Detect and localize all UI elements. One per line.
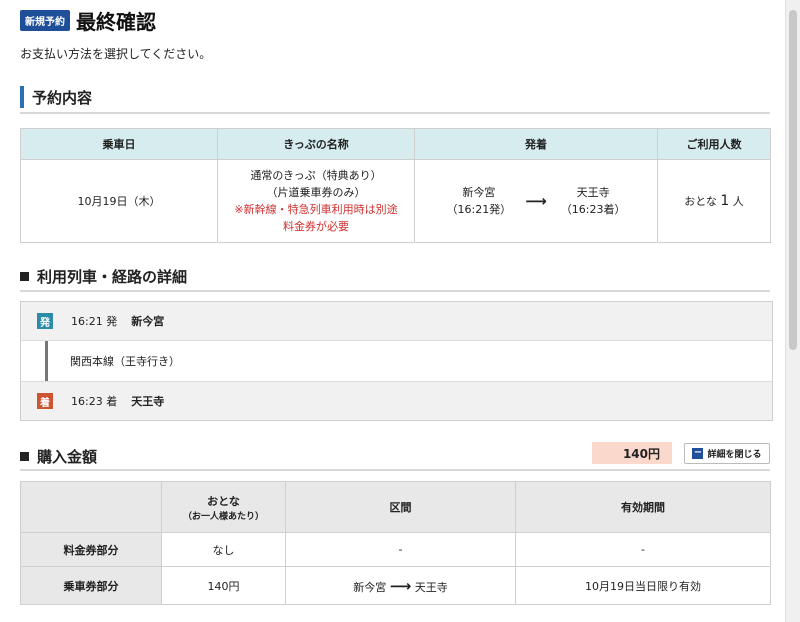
- purchase-table: おとな （お一人様あたり） 区間 有効期間 料金券部分 なし - - 乗車券部分…: [20, 481, 771, 605]
- row-validity: 10月19日当日限り有効: [515, 566, 771, 605]
- ticket-type: （片道乗車券のみ）: [266, 186, 366, 199]
- scrollbar-thumb[interactable]: [789, 10, 797, 350]
- row-price: 140円: [161, 566, 286, 605]
- header-adult: おとな （お一人様あたり）: [161, 481, 286, 533]
- ticket-note-cont: 料金券が必要: [283, 220, 349, 233]
- page-header: 新規予約 最終確認: [20, 6, 156, 35]
- divider: [20, 469, 770, 471]
- row-label: 乗車券部分: [20, 566, 162, 605]
- arrival-tag: 着: [37, 393, 53, 409]
- arrow-right-icon: ⟶: [389, 576, 412, 595]
- reservation-title-text: 予約内容: [32, 88, 93, 107]
- close-details-button[interactable]: − 詳細を閉じる: [684, 443, 770, 464]
- header-route: 発着: [414, 128, 658, 160]
- ticket-note: ※新幹線・特急列車利用時は別途: [234, 203, 398, 216]
- people-cell: おとな 1 人: [657, 159, 771, 243]
- header-section: 区間: [285, 481, 516, 533]
- from-station: 新今宮: [462, 186, 496, 199]
- boarding-date: 10月19日（木）: [20, 159, 218, 243]
- route-section-title: 利用列車・経路の詳細: [20, 266, 187, 287]
- arrow-right-icon: ⟶: [525, 191, 547, 210]
- ticket-name-cell: 通常のきっぷ（特典あり） （片道乗車券のみ） ※新幹線・特急列車利用時は別途 料…: [217, 159, 415, 243]
- square-icon: [20, 272, 29, 281]
- purchase-section-title: 購入金額: [20, 446, 97, 467]
- total-price: 140円: [592, 442, 672, 464]
- minus-icon: −: [692, 447, 704, 459]
- from-time: （16:21発）: [446, 203, 512, 216]
- departure-station: 新今宮: [131, 315, 165, 328]
- route-title-text: 利用列車・経路の詳細: [37, 268, 188, 286]
- departure-row: 発 16:21 発 新今宮: [21, 302, 772, 340]
- divider: [20, 290, 770, 292]
- to-time: （16:23着）: [560, 203, 626, 216]
- header-adult-label: おとな: [207, 494, 240, 508]
- purchase-title-text: 購入金額: [37, 448, 98, 466]
- header-people: ご利用人数: [657, 128, 771, 160]
- instruction-text: お支払い方法を選択してください。: [20, 47, 212, 61]
- line-row: 関西本線（王寺行き）: [21, 340, 772, 382]
- arrival-time: 16:23 着: [71, 395, 118, 408]
- vertical-scrollbar[interactable]: [785, 0, 800, 622]
- table-row: 料金券部分 なし - -: [20, 532, 771, 567]
- to-station: 天王寺: [576, 186, 610, 199]
- arrival-row: 着 16:23 着 天王寺: [21, 382, 772, 420]
- table-row: 乗車券部分 140円 新今宮 ⟶ 天王寺 10月19日当日限り有効: [20, 566, 771, 605]
- line-name: 関西本線（王寺行き）: [70, 355, 180, 368]
- reservation-table: 乗車日 きっぷの名称 発着 ご利用人数 10月19日（木） 通常のきっぷ（特典あ…: [20, 128, 771, 243]
- divider: [20, 112, 770, 114]
- accent-bar: [20, 86, 24, 108]
- route-line-bar: [45, 341, 48, 381]
- section-from: 新今宮: [353, 580, 387, 594]
- header-blank: [20, 481, 162, 533]
- row-price: なし: [161, 532, 286, 567]
- new-reservation-badge: 新規予約: [20, 10, 70, 31]
- header-ticket-name: きっぷの名称: [217, 128, 415, 160]
- row-section: 新今宮 ⟶ 天王寺: [285, 566, 516, 605]
- row-label: 料金券部分: [20, 532, 162, 567]
- page-title: 最終確認: [76, 10, 156, 34]
- section-to: 天王寺: [414, 580, 448, 594]
- header-validity: 有効期間: [515, 481, 771, 533]
- row-section: -: [285, 532, 516, 567]
- arrival-station: 天王寺: [131, 395, 165, 408]
- close-details-label: 詳細を閉じる: [707, 450, 762, 460]
- row-validity: -: [515, 532, 771, 567]
- people-count: 1: [720, 192, 730, 209]
- square-icon: [20, 452, 29, 461]
- header-adult-sub: （お一人様あたり）: [182, 511, 264, 522]
- departure-time: 16:21 発: [71, 315, 118, 328]
- route-detail-panel: 発 16:21 発 新今宮 関西本線（王寺行き） 着 16:23 着 天王寺: [20, 301, 773, 421]
- header-date: 乗車日: [20, 128, 218, 160]
- people-unit: 人: [732, 194, 744, 208]
- departure-tag: 発: [37, 313, 53, 329]
- route-cell: 新今宮 （16:21発） ⟶ 天王寺 （16:23着）: [414, 159, 658, 243]
- reservation-section-title: 予約内容: [20, 86, 92, 108]
- people-type: おとな: [684, 194, 717, 208]
- ticket-name: 通常のきっぷ（特典あり）: [250, 169, 382, 182]
